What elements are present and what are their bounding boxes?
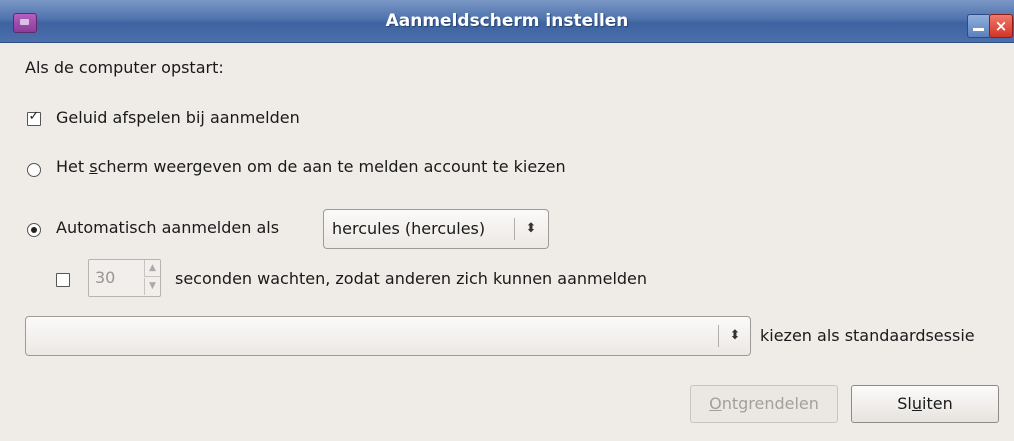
checkmark-icon: ✓ <box>28 109 40 124</box>
play-sound-checkbox[interactable]: ✓ <box>27 109 41 126</box>
spin-down-icon[interactable]: ▼ <box>144 278 160 295</box>
close-button[interactable]: Sluiten <box>851 385 999 423</box>
minimize-button[interactable] <box>967 14 991 38</box>
window-title: Aanmeldscherm instellen <box>385 11 629 31</box>
wait-seconds-spinbutton[interactable]: 30 ▲ ▼ <box>88 259 161 297</box>
show-screen-radio[interactable] <box>27 163 41 177</box>
login-screen-settings-dialog: Aanmeldscherm instellen × Als de compute… <box>0 0 1014 441</box>
combo-separator <box>514 218 515 240</box>
section-heading: Als de computer opstart: <box>25 58 224 77</box>
wait-seconds-value: 30 <box>95 268 116 287</box>
unlock-button[interactable]: Ontgrendelen <box>690 385 838 423</box>
auto-login-user-combo[interactable]: hercules (hercules) ⬍ <box>323 209 549 249</box>
wait-label: seconden wachten, zodat anderen zich kun… <box>175 269 648 288</box>
spin-up-icon[interactable]: ▲ <box>144 260 160 277</box>
default-session-combo[interactable]: ⬍ <box>25 316 751 356</box>
play-sound-label[interactable]: Geluid afspelen bij aanmelden <box>56 108 300 127</box>
wait-checkbox[interactable] <box>56 273 70 287</box>
mnemonic-s: s <box>89 157 98 176</box>
auto-login-radio[interactable] <box>27 223 41 237</box>
close-icon: × <box>994 17 1008 35</box>
auto-login-label[interactable]: Automatisch aanmelden als <box>56 218 279 237</box>
title-bar[interactable]: Aanmeldscherm instellen × <box>0 0 1014 43</box>
combo-arrows-icon: ⬍ <box>729 328 741 343</box>
default-session-label: kiezen als standaardsessie <box>760 326 975 345</box>
combo-arrows-icon: ⬍ <box>525 221 537 236</box>
close-window-button[interactable]: × <box>989 14 1013 38</box>
show-screen-label[interactable]: Het scherm weergeven om de aan te melden… <box>56 157 566 176</box>
radio-selected-dot <box>31 227 37 233</box>
combo-separator <box>718 325 719 347</box>
auto-login-user-value: hercules (hercules) <box>332 219 486 238</box>
